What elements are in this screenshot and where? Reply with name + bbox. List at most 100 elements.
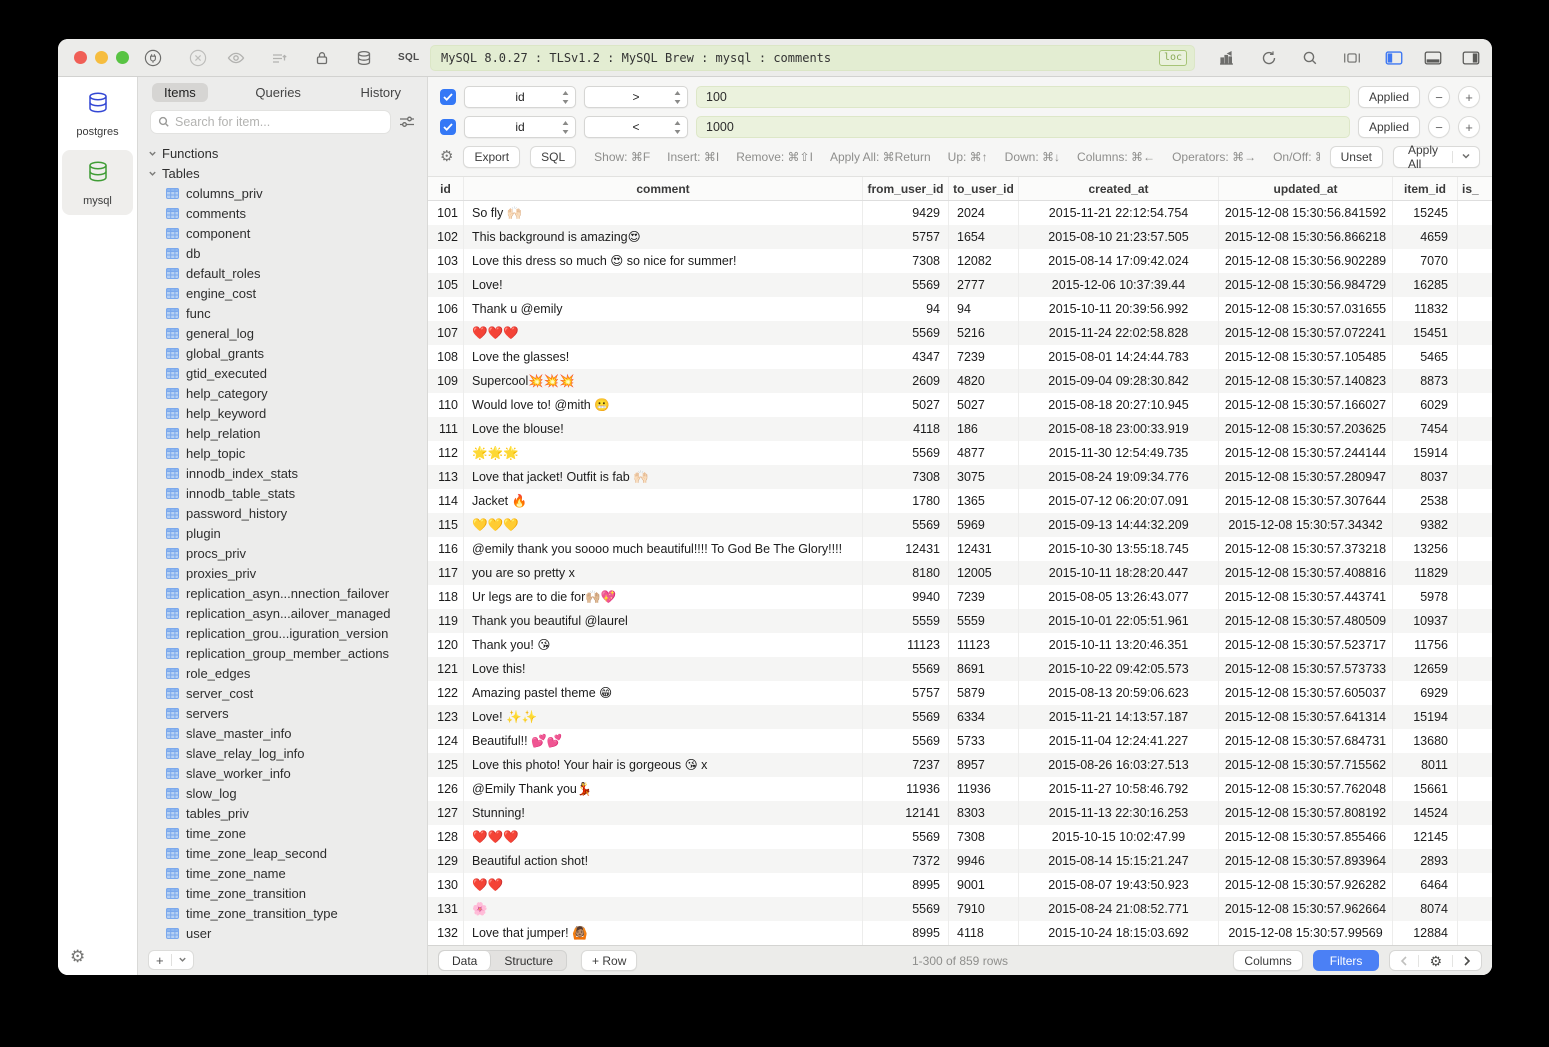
connection-postgres[interactable]: postgres <box>62 81 133 146</box>
cell-is[interactable] <box>1458 657 1492 681</box>
database-icon[interactable] <box>354 48 374 68</box>
column-header-updated-at[interactable]: updated_at <box>1219 177 1393 200</box>
table-row[interactable]: 106 Thank u @emily 94 94 2015-10-11 20:3… <box>428 297 1492 321</box>
cell-from-user-id[interactable]: 94 <box>863 297 949 321</box>
disconnect-icon[interactable] <box>188 48 208 68</box>
cell-updated-at[interactable]: 2015-12-08 15:30:57.684731 <box>1219 729 1393 753</box>
cell-created-at[interactable]: 2015-08-18 20:27:10.945 <box>1019 393 1219 417</box>
cell-comment[interactable]: Stunning! <box>464 801 863 825</box>
cell-to-user-id[interactable]: 5027 <box>949 393 1019 417</box>
cell-created-at[interactable]: 2015-08-05 13:26:43.077 <box>1019 585 1219 609</box>
cell-created-at[interactable]: 2015-08-24 21:08:52.771 <box>1019 897 1219 921</box>
table-row[interactable]: 124 Beautiful!! 💕💕 5569 5733 2015-11-04 … <box>428 729 1492 753</box>
cell-to-user-id[interactable]: 6334 <box>949 705 1019 729</box>
cell-to-user-id[interactable]: 8303 <box>949 801 1019 825</box>
cell-is[interactable] <box>1458 633 1492 657</box>
cell-to-user-id[interactable]: 12431 <box>949 537 1019 561</box>
refresh-icon[interactable] <box>1259 48 1279 68</box>
cell-from-user-id[interactable]: 7237 <box>863 753 949 777</box>
cell-to-user-id[interactable]: 5733 <box>949 729 1019 753</box>
cell-to-user-id[interactable]: 4877 <box>949 441 1019 465</box>
cell-is[interactable] <box>1458 417 1492 441</box>
chevron-down-icon[interactable] <box>1453 150 1479 164</box>
table-tree-item[interactable]: columns_priv <box>138 183 427 203</box>
table-tree-item[interactable]: help_topic <box>138 443 427 463</box>
cell-comment[interactable]: Love! ✨✨ <box>464 705 863 729</box>
table-tree-item[interactable]: time_zone_transition <box>138 883 427 903</box>
table-tree-item[interactable]: help_category <box>138 383 427 403</box>
filter-sliders-icon[interactable] <box>399 115 415 129</box>
cell-is[interactable] <box>1458 561 1492 585</box>
cell-item-id[interactable]: 15661 <box>1393 777 1458 801</box>
cell-id[interactable]: 102 <box>428 225 464 249</box>
cell-to-user-id[interactable]: 7239 <box>949 345 1019 369</box>
cell-id[interactable]: 105 <box>428 273 464 297</box>
connection-mysql[interactable]: mysql <box>62 150 133 215</box>
cell-to-user-id[interactable]: 8691 <box>949 657 1019 681</box>
cell-from-user-id[interactable]: 7308 <box>863 249 949 273</box>
open-sql-editor-button[interactable]: SQL <box>398 52 419 63</box>
cell-created-at[interactable]: 2015-11-27 10:58:46.792 <box>1019 777 1219 801</box>
center-panel-layout-icon[interactable] <box>1342 48 1362 68</box>
column-header-to-user-id[interactable]: to_user_id <box>949 177 1019 200</box>
cell-to-user-id[interactable]: 1365 <box>949 489 1019 513</box>
table-tree-item[interactable]: user <box>138 923 427 943</box>
cell-to-user-id[interactable]: 5216 <box>949 321 1019 345</box>
cell-item-id[interactable]: 12884 <box>1393 921 1458 945</box>
cell-from-user-id[interactable]: 12431 <box>863 537 949 561</box>
table-row[interactable]: 115 💛💛💛 5569 5969 2015-09-13 14:44:32.20… <box>428 513 1492 537</box>
table-tree-item[interactable]: password_history <box>138 503 427 523</box>
cell-id[interactable]: 111 <box>428 417 464 441</box>
column-header-created-at[interactable]: created_at <box>1019 177 1219 200</box>
cell-from-user-id[interactable]: 5569 <box>863 657 949 681</box>
cell-comment[interactable]: Ur legs are to die for🙌🏼💖 <box>464 585 863 609</box>
add-item-button[interactable]: + <box>148 950 194 970</box>
cell-created-at[interactable]: 2015-09-04 09:28:30.842 <box>1019 369 1219 393</box>
cell-updated-at[interactable]: 2015-12-08 15:30:57.203625 <box>1219 417 1393 441</box>
cell-id[interactable]: 117 <box>428 561 464 585</box>
cell-to-user-id[interactable]: 12005 <box>949 561 1019 585</box>
filter-enabled-checkbox[interactable] <box>440 119 456 135</box>
cell-updated-at[interactable]: 2015-12-08 15:30:57.307644 <box>1219 489 1393 513</box>
filter-enabled-checkbox[interactable] <box>440 89 456 105</box>
cell-is[interactable] <box>1458 465 1492 489</box>
cell-from-user-id[interactable]: 5569 <box>863 825 949 849</box>
cell-from-user-id[interactable]: 11123 <box>863 633 949 657</box>
cell-is[interactable] <box>1458 777 1492 801</box>
cell-created-at[interactable]: 2015-09-13 14:44:32.209 <box>1019 513 1219 537</box>
table-row[interactable]: 129 Beautiful action shot! 7372 9946 201… <box>428 849 1492 873</box>
table-tree-item[interactable]: slave_worker_info <box>138 763 427 783</box>
minimize-window-button[interactable] <box>95 51 108 64</box>
toggle-left-sidebar-icon[interactable] <box>1384 48 1404 68</box>
remove-filter-button[interactable]: − <box>1428 86 1450 108</box>
cell-to-user-id[interactable]: 5879 <box>949 681 1019 705</box>
table-row[interactable]: 110 Would love to! @mith 😬 5027 5027 201… <box>428 393 1492 417</box>
cell-id[interactable]: 112 <box>428 441 464 465</box>
cell-item-id[interactable]: 16285 <box>1393 273 1458 297</box>
toggle-right-panel-icon[interactable] <box>1461 48 1481 68</box>
tab-items[interactable]: Items <box>152 83 208 102</box>
analytics-icon[interactable] <box>1216 48 1236 68</box>
cell-created-at[interactable]: 2015-08-18 23:00:33.919 <box>1019 417 1219 441</box>
cell-to-user-id[interactable]: 2777 <box>949 273 1019 297</box>
cell-is[interactable] <box>1458 801 1492 825</box>
cell-to-user-id[interactable]: 94 <box>949 297 1019 321</box>
table-tree-item[interactable]: role_edges <box>138 663 427 683</box>
cell-created-at[interactable]: 2015-08-14 17:09:42.024 <box>1019 249 1219 273</box>
table-tree-item[interactable]: innodb_index_stats <box>138 463 427 483</box>
cell-updated-at[interactable]: 2015-12-08 15:30:57.072241 <box>1219 321 1393 345</box>
cell-item-id[interactable]: 2538 <box>1393 489 1458 513</box>
cell-item-id[interactable]: 15914 <box>1393 441 1458 465</box>
cell-from-user-id[interactable]: 5569 <box>863 705 949 729</box>
cell-id[interactable]: 118 <box>428 585 464 609</box>
table-tree-item[interactable]: slave_master_info <box>138 723 427 743</box>
cell-created-at[interactable]: 2015-11-30 12:54:49.735 <box>1019 441 1219 465</box>
cell-created-at[interactable]: 2015-08-26 16:03:27.513 <box>1019 753 1219 777</box>
cell-is[interactable] <box>1458 753 1492 777</box>
column-header-id[interactable]: id <box>428 177 464 200</box>
table-tree-item[interactable]: time_zone_name <box>138 863 427 883</box>
cell-is[interactable] <box>1458 489 1492 513</box>
table-row[interactable]: 113 Love that jacket! Outfit is fab 🙌🏻 7… <box>428 465 1492 489</box>
cell-comment[interactable]: you are so pretty x <box>464 561 863 585</box>
cell-comment[interactable]: 🌸 <box>464 897 863 921</box>
